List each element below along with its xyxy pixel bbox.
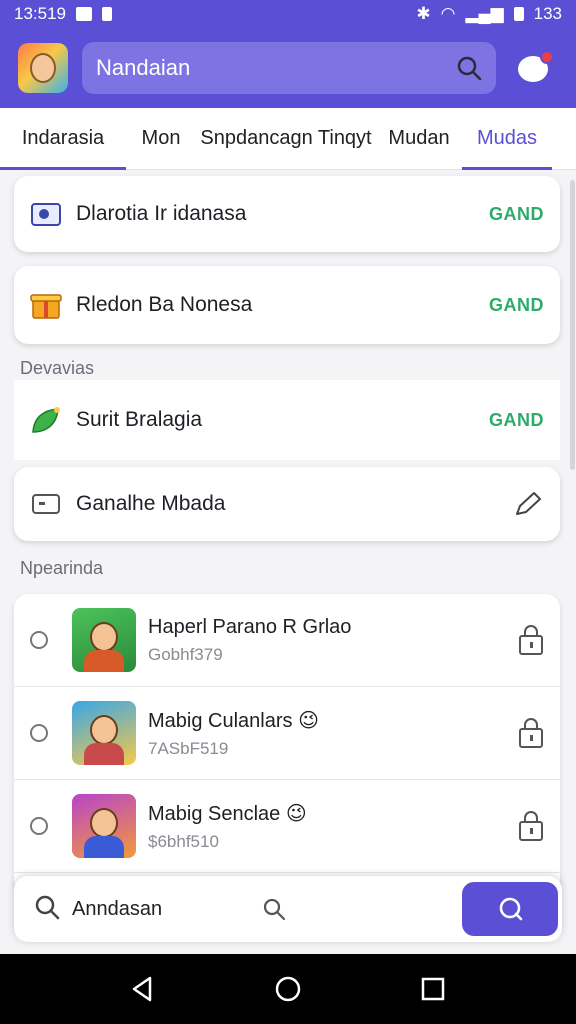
recents-icon[interactable] — [413, 969, 453, 1009]
avatar — [72, 608, 136, 672]
scrollbar[interactable] — [570, 180, 575, 470]
bluetooth-icon: ✱ — [416, 4, 431, 23]
search-icon[interactable] — [34, 894, 60, 925]
card-icon — [30, 489, 62, 519]
lock-icon[interactable] — [518, 718, 544, 748]
app-bar: Nandaian — [0, 28, 576, 108]
tab-label: Indarasia — [21, 127, 105, 149]
signal-icon: ▂▄▆ — [465, 4, 504, 23]
avatar — [72, 701, 136, 765]
item-name: Mabig Senclae 😉 — [148, 802, 307, 825]
tab-mudas[interactable]: Mudas — [462, 108, 552, 170]
search-icon[interactable] — [262, 897, 286, 921]
card-label: Rledon Ba Nonesa — [76, 293, 253, 316]
card-label: Ganalhe Mbada — [76, 492, 226, 515]
card-dlarotia[interactable]: Dlarotia Ir idanasa GAND — [14, 176, 560, 252]
messages-button[interactable] — [516, 50, 554, 86]
battery-level: 133 — [533, 4, 562, 23]
battery-icon — [513, 7, 524, 21]
wifi-icon: ◠ — [440, 4, 456, 23]
refresh-search-icon — [499, 897, 523, 921]
tab-label: Snpdancagn Tinqyt — [200, 127, 372, 149]
radio-button[interactable] — [30, 724, 48, 742]
search-icon[interactable] — [456, 55, 482, 81]
leaf-icon — [30, 405, 62, 435]
card-label: Dlarotia Ir idanasa — [76, 202, 247, 225]
avatar — [72, 794, 136, 858]
list-item[interactable]: Mabig Culanlars 😉 7ASbF519 — [14, 687, 560, 780]
radio-button[interactable] — [30, 631, 48, 649]
item-code: Gobhf379 — [148, 644, 223, 664]
home-icon[interactable] — [268, 969, 308, 1009]
app-logo[interactable] — [18, 43, 68, 93]
item-name: Mabig Culanlars 😉 — [148, 709, 319, 732]
tab-mudan[interactable]: Mudan — [376, 108, 462, 170]
card-rledon[interactable]: Rledon Ba Nonesa GAND — [14, 266, 560, 344]
section-title: Devavias — [20, 358, 95, 378]
notification-dot — [540, 50, 554, 64]
tab-bar: Indarasia Mon Snpdancagn Tinqyt Mudan Mu… — [0, 108, 576, 170]
notification-icon — [76, 7, 92, 21]
card-ganalhe[interactable]: Ganalhe Mbada — [14, 467, 560, 541]
wallet-icon — [30, 199, 62, 229]
status-bar: 13:519 ✱ ◠ ▂▄▆ 133 — [0, 0, 576, 28]
tab-snpdancagn[interactable]: Snpdancagn Tinqyt — [196, 108, 376, 170]
notification-icon-2 — [102, 7, 112, 21]
list-item[interactable]: Haperl Parano R Grlao Gobhf379 — [14, 594, 560, 687]
tab-indarasia[interactable]: Indarasia — [0, 108, 126, 170]
item-name: Haperl Parano R Grlao — [148, 615, 352, 638]
section-title: Npearinda — [20, 558, 104, 578]
edit-pencil-icon[interactable] — [512, 489, 544, 519]
lock-icon[interactable] — [518, 625, 544, 655]
tab-label: Mudan — [388, 127, 450, 149]
item-code: $6bhf510 — [148, 831, 219, 851]
content-area: Dlarotia Ir idanasa GAND Rledon Ba Nones… — [0, 170, 576, 954]
back-icon[interactable] — [123, 969, 163, 1009]
card-surit[interactable]: Surit Bralagia GAND — [14, 380, 560, 460]
lock-icon[interactable] — [518, 811, 544, 841]
bottom-search-bar: Anndasan — [14, 876, 562, 942]
status-badge: GAND — [489, 203, 544, 224]
card-label: Surit Bralagia — [76, 408, 203, 431]
search-box[interactable]: Nandaian — [82, 42, 496, 94]
status-time: 13:519 — [14, 4, 66, 23]
tab-label: Mudas — [476, 127, 538, 149]
search-input[interactable]: Nandaian — [96, 55, 456, 81]
list-item[interactable]: Mabig Senclae 😉 $6bhf510 — [14, 780, 560, 873]
tab-label: Mon — [141, 127, 181, 149]
tab-mon[interactable]: Mon — [126, 108, 196, 170]
gift-box-icon — [30, 290, 62, 320]
radio-button[interactable] — [30, 817, 48, 835]
item-list: Haperl Parano R Grlao Gobhf379 Mabig Cul… — [14, 594, 560, 894]
bottom-search-input[interactable]: Anndasan — [72, 898, 262, 921]
item-code: 7ASbF519 — [148, 738, 229, 758]
status-badge: GAND — [489, 409, 544, 430]
system-nav-bar — [0, 954, 576, 1024]
search-action-button[interactable] — [462, 882, 558, 936]
status-badge: GAND — [489, 294, 544, 315]
